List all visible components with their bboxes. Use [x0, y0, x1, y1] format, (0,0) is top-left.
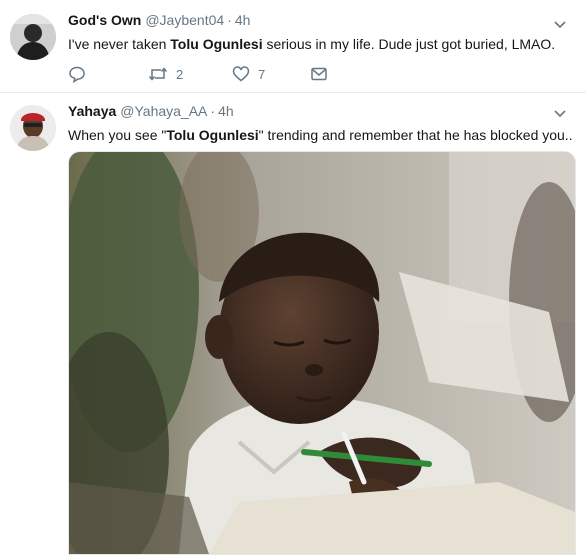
direct-message-button[interactable] [310, 64, 328, 84]
tweet-text: When you see "Tolu Ogunlesi" trending an… [68, 126, 573, 145]
tweet-text-bold: Tolu Ogunlesi [170, 36, 263, 52]
timestamp[interactable]: 4h [218, 103, 234, 119]
tweet-header: Yahaya @Yahaya_AA · 4h [68, 103, 234, 119]
tweet-text-part: When you see " [68, 127, 167, 143]
separator-dot: · [227, 12, 232, 28]
timestamp[interactable]: 4h [235, 12, 251, 28]
retweet-button[interactable]: 2 [148, 64, 183, 84]
tweet-text-bold: Tolu Ogunlesi [166, 127, 259, 143]
separator-dot: · [210, 103, 216, 119]
reply-icon [69, 66, 85, 83]
tweet-text: I've never taken Tolu Ogunlesi serious i… [68, 35, 555, 54]
child-writing-photo [69, 152, 575, 554]
display-name[interactable]: God's Own [68, 12, 141, 28]
tweet[interactable]: Yahaya @Yahaya_AA · 4h When you see "Tolu O… [0, 93, 586, 555]
tweet-text-part: I've never taken [68, 36, 171, 52]
reply-button[interactable] [68, 64, 86, 84]
tweet-text-part: serious in my life. Dude just got buried… [262, 36, 556, 52]
retweet-count: 2 [176, 66, 184, 82]
tweet-text-part: " trending and remember that he has bloc… [258, 127, 573, 143]
retweet-icon [148, 67, 168, 81]
tweet-header: God's Own @Jaybent04 · 4h [68, 12, 250, 28]
tweet-media-image[interactable] [68, 151, 576, 555]
avatar[interactable] [10, 105, 56, 151]
envelope-icon [311, 67, 327, 81]
chevron-down-icon[interactable] [552, 105, 568, 121]
user-handle[interactable]: @Jaybent04 [145, 12, 224, 28]
chevron-down-icon[interactable] [552, 16, 568, 32]
avatar[interactable] [10, 14, 56, 60]
tweet[interactable]: God's Own @Jaybent04 · 4h I've never taken … [0, 0, 586, 93]
user-handle[interactable]: @Yahaya_AA [120, 103, 207, 119]
heart-icon [232, 66, 250, 82]
display-name[interactable]: Yahaya [68, 103, 116, 119]
like-count: 7 [258, 66, 266, 82]
like-button[interactable]: 7 [232, 64, 265, 84]
